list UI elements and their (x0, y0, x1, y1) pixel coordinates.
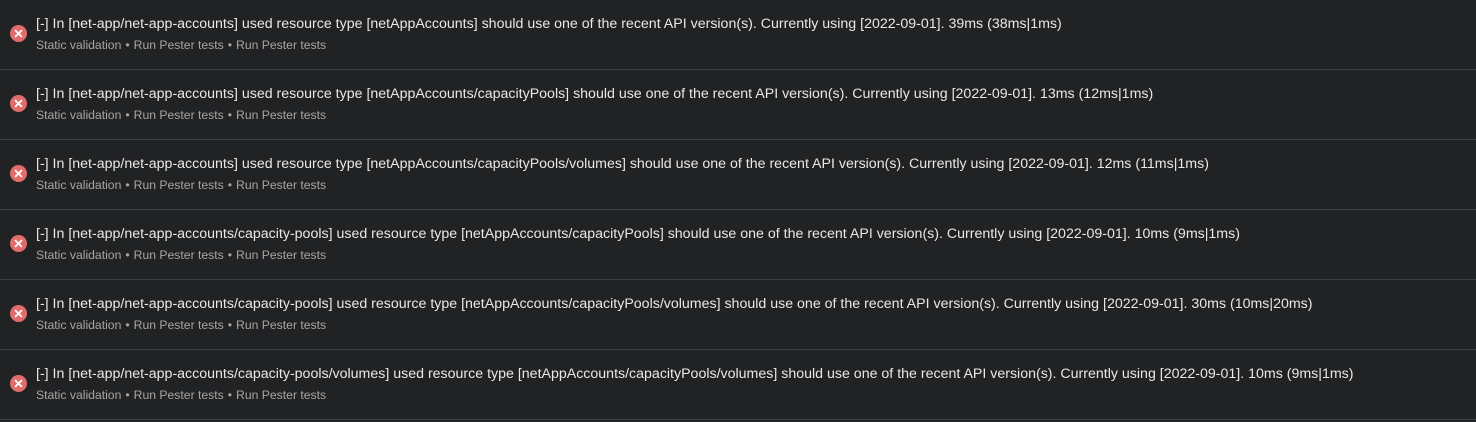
path-stage: Static validation (36, 248, 122, 262)
path-stage: Static validation (36, 178, 122, 192)
path-job: Run Pester tests (133, 108, 224, 122)
path-separator: • (227, 248, 233, 262)
error-circle-icon (10, 95, 27, 112)
path-stage: Static validation (36, 388, 122, 402)
test-result-path: Static validation • Run Pester tests • Run P… (36, 37, 326, 53)
path-job: Run Pester tests (133, 318, 224, 332)
error-circle-icon (10, 25, 27, 42)
path-separator: • (125, 38, 130, 52)
test-result-row[interactable]: [-] In [net-app/net-app-accounts] used r… (0, 70, 1476, 140)
test-results-list: [-] In [net-app/net-app-accounts] used r… (0, 0, 1476, 422)
path-job: Run Pester tests (133, 178, 224, 192)
test-result-row[interactable]: [-] In [net-app/net-app-accounts/capacit… (0, 350, 1476, 420)
path-separator: • (227, 38, 233, 52)
test-result-row[interactable]: [-] In [net-app/net-app-accounts/capacit… (0, 280, 1476, 350)
path-task: Run Pester tests (236, 388, 327, 402)
path-task: Run Pester tests (236, 248, 327, 262)
error-circle-icon (10, 235, 27, 252)
path-task: Run Pester tests (236, 38, 327, 52)
path-stage: Static validation (36, 318, 122, 332)
path-separator: • (227, 318, 233, 332)
path-separator: • (125, 318, 130, 332)
path-stage: Static validation (36, 38, 122, 52)
test-result-message: [-] In [net-app/net-app-accounts/capacit… (36, 366, 1354, 382)
test-result-row[interactable]: [-] In [net-app/net-app-accounts] used r… (0, 140, 1476, 210)
test-result-message: [-] In [net-app/net-app-accounts/capacit… (36, 296, 1313, 312)
test-result-message: [-] In [net-app/net-app-accounts] used r… (36, 16, 1062, 32)
path-job: Run Pester tests (133, 388, 224, 402)
test-result-path: Static validation • Run Pester tests • Run P… (36, 317, 326, 333)
path-task: Run Pester tests (236, 108, 327, 122)
path-separator: • (125, 178, 130, 192)
path-separator: • (125, 388, 130, 402)
error-circle-icon (10, 305, 27, 322)
path-separator: • (125, 248, 130, 262)
test-result-message: [-] In [net-app/net-app-accounts/capacit… (36, 226, 1240, 242)
test-result-row[interactable]: [-] In [net-app/net-app-accounts/capacit… (0, 210, 1476, 280)
path-separator: • (125, 108, 130, 122)
error-circle-icon (10, 165, 27, 182)
path-separator: • (227, 178, 233, 192)
test-result-message: [-] In [net-app/net-app-accounts] used r… (36, 156, 1209, 172)
test-result-row[interactable]: [-] In [net-app/net-app-accounts] used r… (0, 0, 1476, 70)
test-result-path: Static validation • Run Pester tests • Run P… (36, 177, 326, 193)
test-result-path: Static validation • Run Pester tests • Run P… (36, 387, 326, 403)
error-circle-icon (10, 375, 27, 392)
test-result-path: Static validation • Run Pester tests • Run P… (36, 107, 326, 123)
path-task: Run Pester tests (236, 318, 327, 332)
path-job: Run Pester tests (133, 248, 224, 262)
path-separator: • (227, 108, 233, 122)
test-result-message: [-] In [net-app/net-app-accounts] used r… (36, 86, 1154, 102)
test-result-path: Static validation • Run Pester tests • Run P… (36, 247, 326, 263)
path-job: Run Pester tests (133, 38, 224, 52)
path-stage: Static validation (36, 108, 122, 122)
path-separator: • (227, 388, 233, 402)
path-task: Run Pester tests (236, 178, 327, 192)
